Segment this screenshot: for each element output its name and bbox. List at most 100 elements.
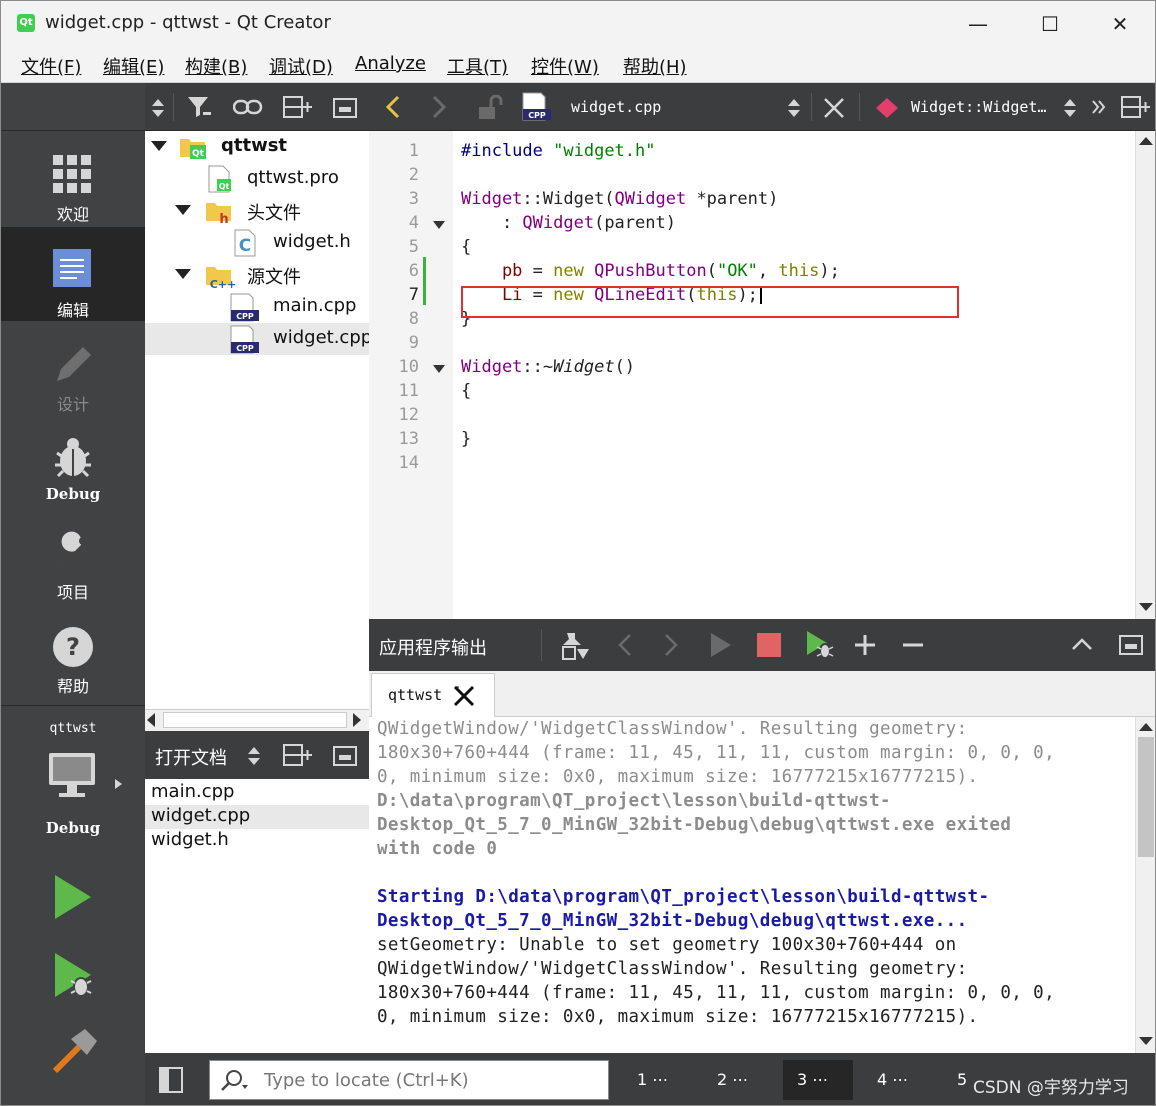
line-number: 10 xyxy=(398,357,419,377)
rerun-icon[interactable] xyxy=(709,631,733,659)
stop-icon[interactable] xyxy=(757,633,781,657)
menu-help[interactable]: 帮助(H) xyxy=(623,53,687,79)
split-icon[interactable] xyxy=(1121,96,1151,118)
mode-projects[interactable]: 项目 xyxy=(1,515,145,605)
sort-updown-icon[interactable] xyxy=(1063,97,1077,119)
tree-item-widget-h[interactable]: C widget.h xyxy=(145,227,369,259)
more-chevron-icon[interactable] xyxy=(1091,99,1107,115)
output-pane-tab-5[interactable]: 5 xyxy=(943,1060,973,1100)
zoom-out-minus-icon[interactable] xyxy=(901,633,925,657)
open-doc-item[interactable]: widget.h xyxy=(145,829,369,853)
svg-text:CPP: CPP xyxy=(236,312,254,321)
highlight-annotation-box xyxy=(461,286,959,318)
tree-horizontal-scrollbar[interactable] xyxy=(145,709,369,731)
back-arrow-icon[interactable] xyxy=(385,95,401,119)
mode-design[interactable]: 设计 xyxy=(1,327,145,417)
attach-to-process-icon[interactable] xyxy=(561,631,593,661)
svg-text:CPP: CPP xyxy=(236,344,254,353)
minimize-button[interactable]: — xyxy=(955,9,1001,39)
tree-item-main-cpp[interactable]: CPP main.cpp xyxy=(145,291,369,323)
source-folder-icon: C++ xyxy=(205,261,235,289)
scroll-thumb[interactable] xyxy=(1138,737,1154,857)
run-button[interactable] xyxy=(53,873,93,921)
current-file-label[interactable]: widget.cpp xyxy=(571,98,661,116)
output-pane-tab-4[interactable]: 4 ⋯ xyxy=(863,1060,933,1100)
lock-icon[interactable] xyxy=(477,95,503,121)
scroll-up-icon[interactable] xyxy=(1139,723,1153,731)
output-vertical-scrollbar[interactable] xyxy=(1135,717,1155,1053)
fold-marker-icon[interactable] xyxy=(433,365,445,373)
maximize-pane-icon[interactable] xyxy=(1071,637,1093,651)
mode-welcome[interactable]: 欢迎 xyxy=(1,135,145,225)
build-hammer-button[interactable] xyxy=(49,1027,99,1077)
application-output[interactable]: QWidgetWindow/'WidgetClassWindow'. Resul… xyxy=(369,717,1135,1053)
menu-debug[interactable]: 调试(D) xyxy=(269,53,333,79)
symbol-selector[interactable]: Widget::Widget… xyxy=(911,98,1046,116)
zoom-in-plus-icon[interactable] xyxy=(853,633,877,657)
expand-arrow-icon[interactable] xyxy=(175,205,191,215)
project-tree: Qt qttwst Qt qttwst.pro h 头文件 C widget.h xyxy=(145,131,369,709)
scroll-down-icon[interactable] xyxy=(1139,603,1153,611)
mode-help[interactable]: ? 帮助 xyxy=(1,609,145,699)
output-pane-tab-2[interactable]: 2 ⋯ xyxy=(703,1060,773,1100)
open-documents-label[interactable]: 打开文档 xyxy=(155,744,227,770)
tree-item-sources[interactable]: C++ 源文件 xyxy=(145,259,369,291)
tree-label: widget.cpp xyxy=(273,327,369,348)
code-editor[interactable]: #include "widget.h" Widget::Widget(QWidg… xyxy=(453,131,1135,619)
mode-label: 帮助 xyxy=(56,677,89,696)
debug-attach-icon[interactable] xyxy=(805,629,835,661)
expand-arrow-icon[interactable] xyxy=(175,269,191,279)
close-document-icon[interactable] xyxy=(823,97,845,119)
link-icon[interactable] xyxy=(233,97,263,117)
close-window-button[interactable]: ✕ xyxy=(1097,9,1143,39)
forward-arrow-icon[interactable] xyxy=(431,95,447,119)
locator-input[interactable]: Type to locate (Ctrl+K) xyxy=(209,1060,609,1100)
close-pane-icon[interactable] xyxy=(1119,635,1143,655)
scroll-up-icon[interactable] xyxy=(1139,137,1153,145)
open-doc-item[interactable]: widget.cpp xyxy=(145,805,369,829)
menu-build[interactable]: 构建(B) xyxy=(185,53,247,79)
menu-analyze[interactable]: Analyze xyxy=(355,53,426,74)
tree-item-pro-file[interactable]: Qt qttwst.pro xyxy=(145,163,369,195)
toggle-sidebar-icon[interactable] xyxy=(159,1067,183,1093)
sort-updown-icon[interactable] xyxy=(151,97,165,119)
menu-edit[interactable]: 编辑(E) xyxy=(103,53,164,79)
output-tab-qttwst[interactable]: qttwst xyxy=(371,673,495,717)
output-pane-tab-1[interactable]: 1 ⋯ xyxy=(623,1060,693,1100)
menu-tools[interactable]: 工具(T) xyxy=(447,53,508,79)
mode-edit[interactable]: 编辑 xyxy=(1,227,145,321)
open-doc-item[interactable]: main.cpp xyxy=(145,781,369,805)
prev-arrow-icon[interactable] xyxy=(617,633,633,657)
editor-vertical-scrollbar[interactable] xyxy=(1135,131,1155,619)
mode-debug[interactable]: Debug xyxy=(1,421,145,511)
sort-updown-icon[interactable] xyxy=(787,97,801,119)
split-icon[interactable] xyxy=(283,744,313,766)
kit-selector[interactable]: qttwst Debug xyxy=(1,713,145,843)
close-sidebar-icon[interactable] xyxy=(333,746,357,766)
filter-icon[interactable] xyxy=(187,95,213,119)
close-sidebar-icon[interactable] xyxy=(333,98,357,118)
line-number: 2 xyxy=(408,165,419,185)
debug-run-button[interactable] xyxy=(53,951,97,1001)
scroll-left-icon[interactable] xyxy=(147,713,155,727)
close-tab-icon[interactable] xyxy=(452,684,476,708)
svg-text:C++: C++ xyxy=(210,278,235,289)
output-line: QWidgetWindow/'WidgetClassWindow'. Resul… xyxy=(377,719,968,739)
fold-marker-icon[interactable] xyxy=(433,221,445,229)
tree-label: 头文件 xyxy=(247,203,301,224)
change-marker xyxy=(423,257,426,305)
next-arrow-icon[interactable] xyxy=(663,633,679,657)
scroll-right-icon[interactable] xyxy=(353,713,361,727)
menu-widgets[interactable]: 控件(W) xyxy=(531,53,599,79)
expand-arrow-icon[interactable] xyxy=(151,141,167,151)
tree-item-project[interactable]: Qt qttwst xyxy=(145,131,369,163)
split-icon[interactable] xyxy=(283,96,313,118)
tree-item-widget-cpp[interactable]: CPP widget.cpp xyxy=(145,323,369,355)
tree-item-headers[interactable]: h 头文件 xyxy=(145,195,369,227)
maximize-button[interactable]: ☐ xyxy=(1027,9,1073,39)
sort-updown-icon[interactable] xyxy=(247,745,261,767)
output-pane-tab-3[interactable]: 3 ⋯ xyxy=(783,1060,853,1100)
menu-file[interactable]: 文件(F) xyxy=(21,53,81,79)
kit-project-label: qttwst xyxy=(49,721,97,736)
scroll-down-icon[interactable] xyxy=(1139,1037,1153,1045)
